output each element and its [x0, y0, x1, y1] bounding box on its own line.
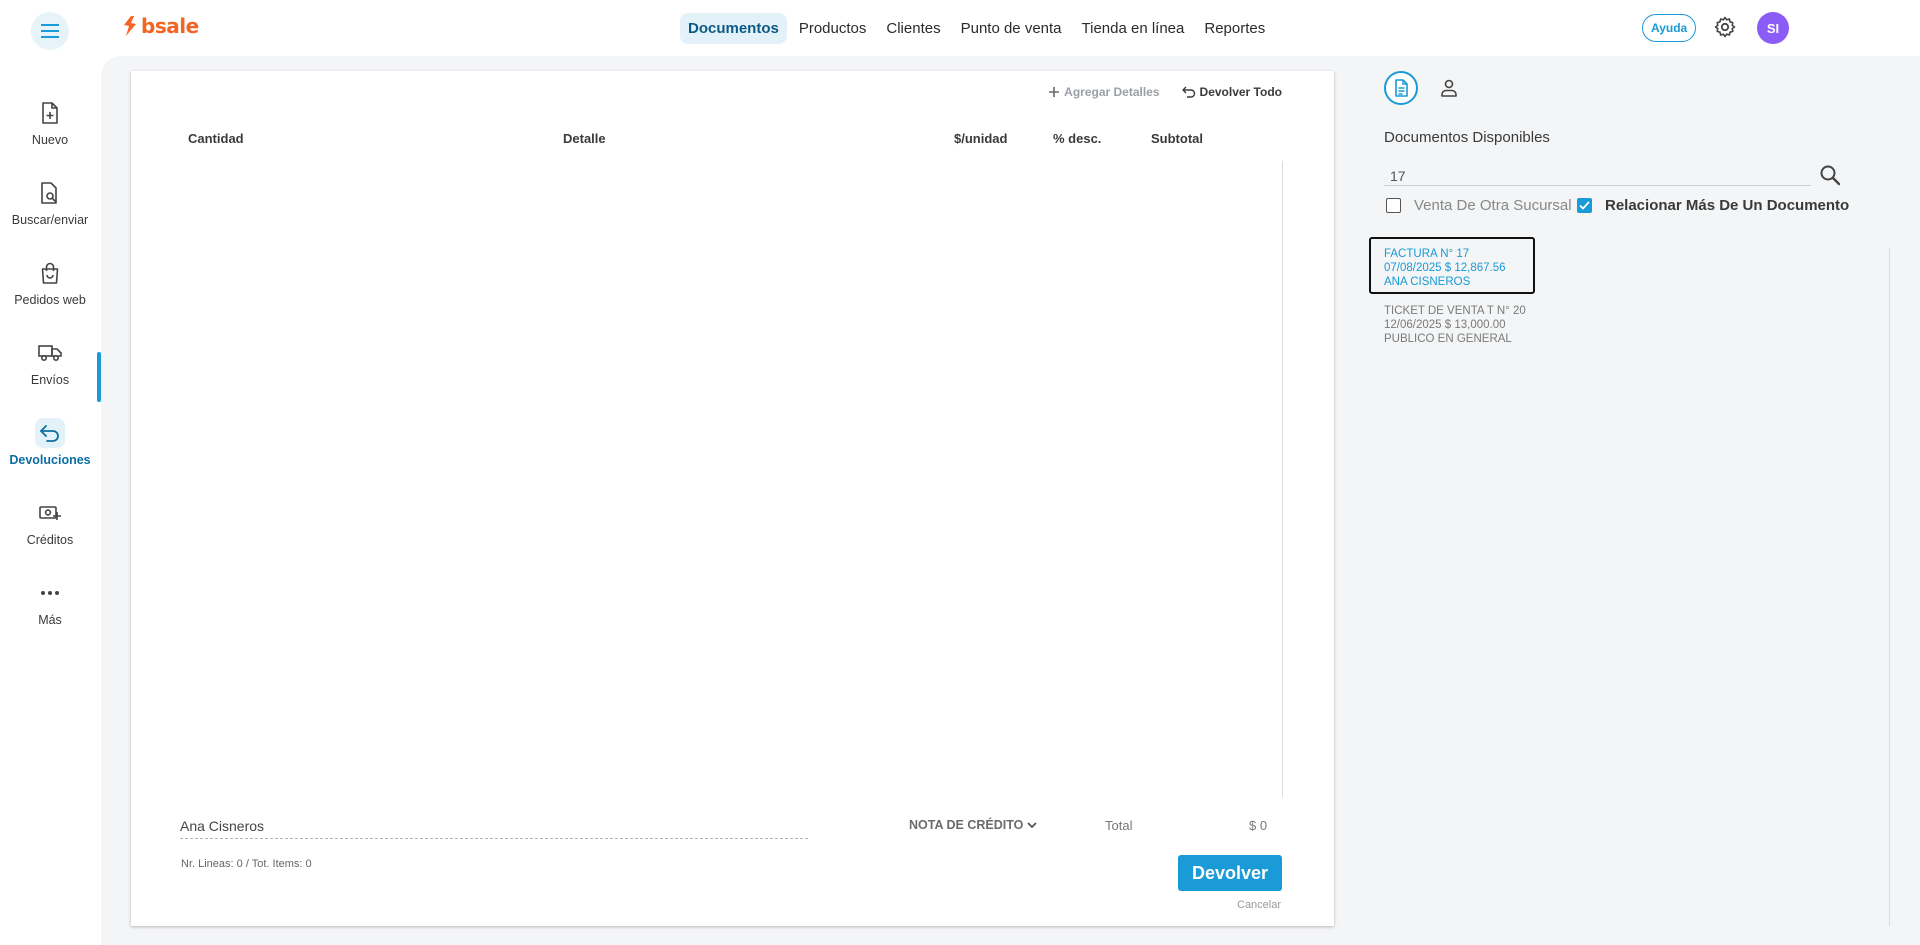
- search-icon: [1820, 165, 1841, 186]
- card-actions: Agregar Detalles Devolver Todo: [1048, 85, 1282, 99]
- document-date-amount: 12/06/2025 $ 13,000.00: [1384, 319, 1506, 331]
- help-button[interactable]: Ayuda: [1642, 14, 1697, 42]
- document-icon: [1395, 79, 1408, 97]
- money-plus-icon: [39, 506, 61, 520]
- document-search-input[interactable]: [1384, 166, 1811, 186]
- sidebar-item-label: Envíos: [30, 373, 70, 387]
- bsale-logo-icon: [124, 16, 136, 36]
- person-icon: [1441, 79, 1457, 97]
- return-all-button[interactable]: Devolver Todo: [1181, 85, 1282, 99]
- chevron-down-icon: [1027, 821, 1037, 828]
- sidebar: Nuevo Buscar/enviar Pedidos web Envíos D…: [0, 56, 100, 945]
- column-header-subtotal: Subtotal: [1151, 131, 1203, 146]
- sidebar-item-label: Nuevo: [31, 133, 69, 147]
- undo-icon: [1181, 86, 1195, 98]
- hamburger-icon: [41, 24, 59, 38]
- return-document-card: Agregar Detalles Devolver Todo Cantidad …: [131, 71, 1334, 926]
- available-documents-title: Documentos Disponibles: [1384, 129, 1550, 146]
- checkmark-icon: [1579, 201, 1590, 210]
- hamburger-menu-button[interactable]: [31, 12, 69, 50]
- top-bar: bsale Documentos Productos Clientes Punt…: [0, 0, 1920, 56]
- truck-icon: [38, 345, 62, 362]
- sidebar-item-creditos[interactable]: Créditos: [0, 486, 100, 566]
- add-details-button[interactable]: Agregar Detalles: [1048, 85, 1160, 99]
- documents-scroll-divider: [1889, 248, 1890, 926]
- settings-button[interactable]: [1713, 15, 1737, 44]
- document-date-amount: 07/08/2025 $ 12,867.56: [1384, 262, 1506, 274]
- sidebar-item-pedidos-web[interactable]: Pedidos web: [0, 246, 100, 326]
- sidebar-item-label: Créditos: [26, 533, 74, 547]
- return-arrow-icon: [40, 425, 59, 442]
- sidebar-item-mas[interactable]: Más: [0, 566, 100, 646]
- column-header-quantity: Cantidad: [188, 131, 244, 146]
- document-title: FACTURA N° 17: [1384, 248, 1470, 260]
- document-type-dropdown[interactable]: NOTA DE CRÉDITO: [909, 818, 1037, 832]
- return-button[interactable]: Devolver: [1178, 855, 1282, 891]
- file-search-icon: [41, 182, 57, 204]
- column-header-discount: % desc.: [1053, 131, 1102, 146]
- sidebar-item-buscar-enviar[interactable]: Buscar/enviar: [0, 166, 100, 246]
- gear-icon: [1714, 16, 1736, 38]
- document-title: TICKET DE VENTA T N° 20: [1384, 305, 1526, 317]
- lines-summary: Nr. Lineas: 0 / Tot. Items: 0: [181, 858, 312, 870]
- sidebar-item-label: Pedidos web: [14, 293, 86, 307]
- nav-clientes[interactable]: Clientes: [878, 13, 948, 44]
- document-type-label: NOTA DE CRÉDITO: [909, 818, 1024, 832]
- plus-icon: [1049, 87, 1060, 97]
- document-item[interactable]: FACTURA N° 17 07/08/2025 $ 12,867.56 ANA…: [1384, 247, 1506, 289]
- relate-multiple-checkbox[interactable]: [1577, 198, 1592, 213]
- sidebar-item-envios[interactable]: Envíos: [0, 326, 100, 406]
- nav-punto-de-venta[interactable]: Punto de venta: [953, 13, 1070, 44]
- other-branch-checkbox[interactable]: [1386, 198, 1401, 213]
- document-client: PUBLICO EN GENERAL: [1384, 333, 1512, 345]
- shopping-bag-icon: [41, 262, 59, 284]
- column-header-detail: Detalle: [563, 131, 606, 146]
- brand-name: bsale: [141, 14, 199, 38]
- nav-documentos[interactable]: Documentos: [680, 13, 787, 44]
- total-value: $ 0: [1249, 818, 1268, 833]
- search-button[interactable]: [1819, 164, 1841, 191]
- other-branch-label: Venta De Otra Sucursal: [1414, 197, 1572, 214]
- add-details-label: Agregar Detalles: [1064, 85, 1160, 99]
- sidebar-item-label: Devoluciones: [9, 453, 91, 467]
- sidebar-item-devoluciones[interactable]: Devoluciones: [0, 406, 100, 486]
- cancel-link[interactable]: Cancelar: [1237, 899, 1281, 911]
- bsale-logo[interactable]: bsale: [122, 14, 199, 38]
- sidebar-item-nuevo[interactable]: Nuevo: [0, 86, 100, 166]
- relate-multiple-label: Relacionar Más De Un Documento: [1605, 197, 1850, 214]
- column-header-unit-price: $/unidad: [954, 131, 1008, 146]
- documents-tab-button[interactable]: [1384, 71, 1418, 105]
- file-plus-icon: [42, 102, 58, 124]
- client-name-field[interactable]: Ana Cisneros: [180, 818, 808, 839]
- user-avatar[interactable]: SI: [1757, 12, 1789, 44]
- nav-productos[interactable]: Productos: [791, 13, 875, 44]
- client-tab-button[interactable]: [1439, 78, 1459, 103]
- sidebar-item-label: Más: [38, 613, 62, 627]
- document-item[interactable]: TICKET DE VENTA T N° 20 12/06/2025 $ 13,…: [1384, 304, 1526, 346]
- return-all-label: Devolver Todo: [1199, 85, 1282, 99]
- main-nav: Documentos Productos Clientes Punto de v…: [680, 13, 1273, 44]
- document-client: ANA CISNEROS: [1384, 276, 1471, 288]
- sidebar-item-label: Buscar/enviar: [11, 213, 89, 227]
- total-label: Total: [1105, 818, 1133, 833]
- nav-reportes[interactable]: Reportes: [1196, 13, 1273, 44]
- table-scroll-divider: [1282, 161, 1283, 797]
- more-icon: [41, 591, 59, 595]
- nav-tienda-en-linea[interactable]: Tienda en línea: [1074, 13, 1193, 44]
